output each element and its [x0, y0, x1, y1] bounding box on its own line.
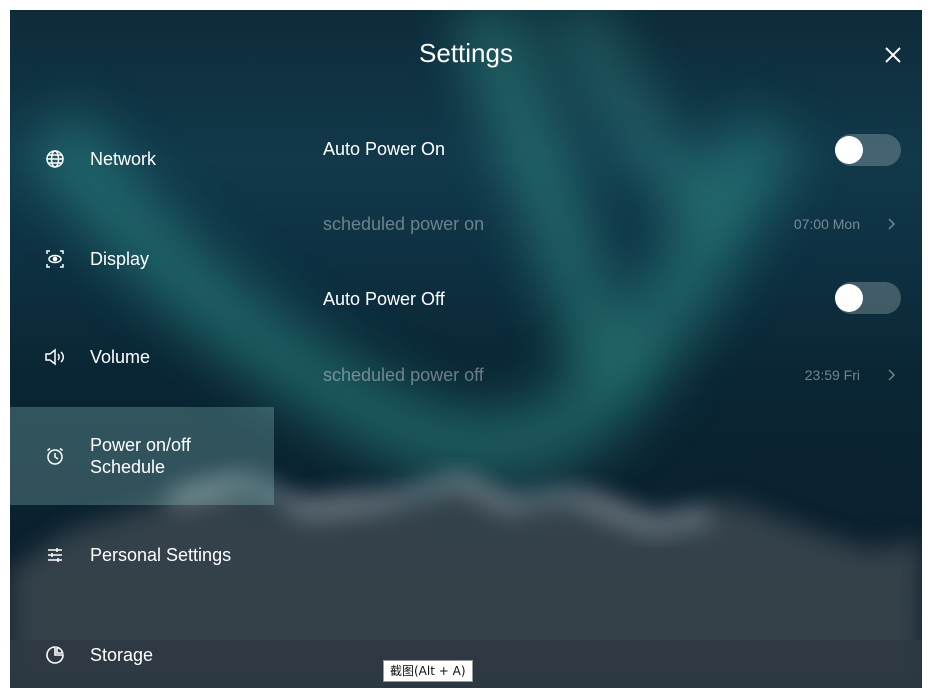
toggle-knob [835, 136, 863, 164]
scheduled-power-off-value: 23:59 Fri [804, 367, 860, 383]
sidebar-item-label: Volume [90, 347, 151, 367]
sidebar-item-label: Display [90, 249, 150, 269]
screenshot-tooltip: 截图(Alt + A) [383, 660, 473, 682]
auto-power-on-toggle[interactable] [835, 134, 901, 166]
sidebar-item-label: Personal Settings [90, 545, 232, 565]
alarm-clock-icon [44, 445, 66, 467]
sidebar-item-label: Power on/off Schedule [90, 435, 191, 477]
sidebar-item-volume[interactable]: Volume [10, 308, 274, 406]
sidebar-item-display[interactable]: Display [10, 210, 274, 308]
toggle-knob [835, 284, 863, 312]
settings-sidebar: Network Display Volume Power on/off Sche… [10, 10, 274, 688]
auto-power-off-label: Auto Power Off [323, 289, 445, 309]
chevron-right-icon [888, 218, 896, 230]
auto-power-off-toggle[interactable] [835, 282, 901, 314]
close-icon [885, 47, 901, 63]
speaker-icon [44, 346, 66, 368]
auto-power-on-label: Auto Power On [323, 139, 446, 159]
chevron-right-icon [888, 369, 896, 381]
sliders-icon [44, 544, 66, 566]
display-icon [44, 248, 66, 270]
globe-icon [44, 148, 66, 170]
sidebar-item-storage[interactable]: Storage [10, 606, 274, 688]
sidebar-item-personal-settings[interactable]: Personal Settings [10, 506, 274, 604]
sidebar-item-power-schedule[interactable]: Power on/off Schedule [10, 407, 274, 505]
close-button[interactable] [882, 44, 904, 66]
sidebar-item-label: Network [90, 149, 157, 169]
pie-chart-icon [44, 644, 66, 666]
scheduled-power-off-label: scheduled power off [323, 365, 484, 385]
scheduled-power-on-label: scheduled power on [323, 214, 485, 234]
sidebar-item-network[interactable]: Network [10, 110, 274, 208]
scheduled-power-on-value: 07:00 Mon [793, 216, 860, 232]
settings-window: Network Display Volume Power on/off Sche… [10, 10, 922, 688]
sidebar-item-label: Storage [90, 645, 154, 665]
